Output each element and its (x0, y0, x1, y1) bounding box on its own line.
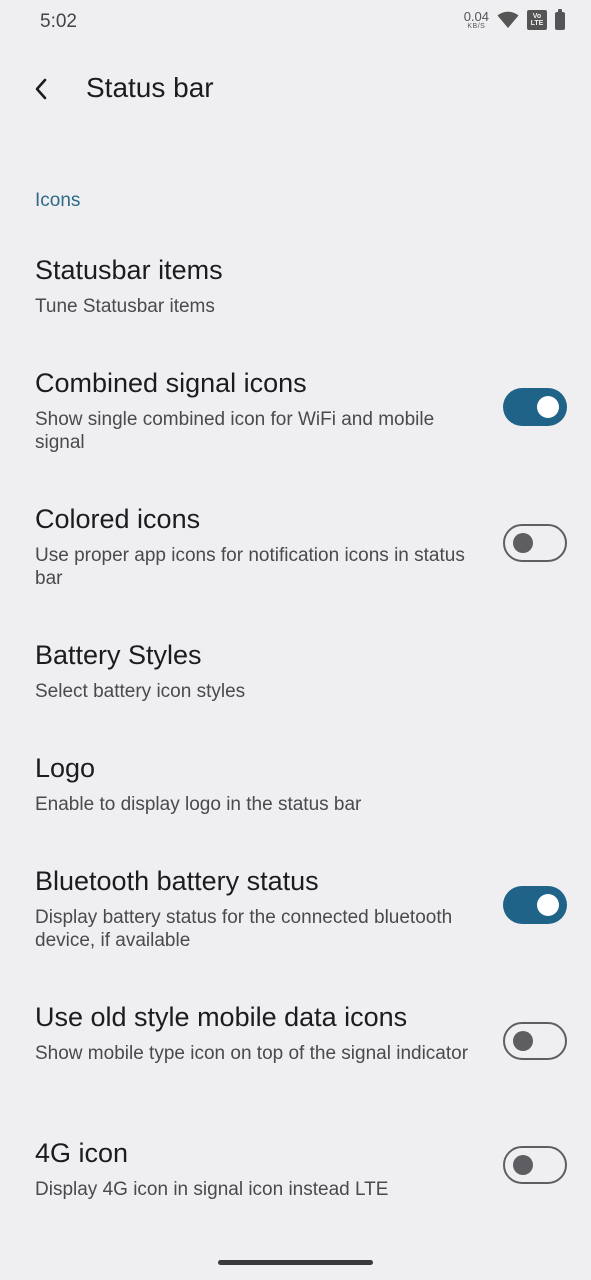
status-icons: 0.04 KB/S Vo LTE (464, 9, 565, 30)
toggle-switch-colored-icons[interactable] (503, 524, 567, 562)
volte-top-label: Vo (532, 12, 542, 20)
pref-combined-signal-icons[interactable]: Combined signal icons Show single combin… (0, 368, 591, 463)
back-button[interactable] (24, 72, 58, 106)
pref-logo[interactable]: Logo Enable to display logo in the statu… (0, 753, 591, 823)
toggle-switch-4g-icon[interactable] (503, 1146, 567, 1184)
pref-summary: Use proper app icons for notification ic… (35, 545, 465, 589)
battery-icon (555, 9, 565, 30)
app-bar: Status bar (0, 58, 591, 122)
pref-summary: Show mobile type icon on top of the sign… (35, 1043, 469, 1064)
pref-colored-icons[interactable]: Colored icons Use proper app icons for n… (0, 504, 591, 599)
volte-bottom-label: LTE (530, 20, 544, 27)
gesture-navigation-bar[interactable] (218, 1260, 373, 1265)
pref-summary: Select battery icon styles (35, 681, 246, 702)
pref-old-style-mobile-data-icons[interactable]: Use old style mobile data icons Show mob… (0, 1002, 591, 1097)
network-speed-unit: KB/S (467, 23, 486, 30)
pref-bluetooth-battery-status[interactable]: Bluetooth battery status Display battery… (0, 866, 591, 961)
volte-icon: Vo LTE (527, 10, 547, 30)
section-header-icons: Icons (35, 190, 81, 211)
pref-summary: Tune Statusbar items (35, 296, 215, 317)
pref-statusbar-items[interactable]: Statusbar items Tune Statusbar items (0, 255, 591, 325)
pref-title: Logo (35, 753, 96, 783)
page-title: Status bar (86, 72, 214, 103)
toggle-switch-combined-signal[interactable] (503, 388, 567, 426)
switch-knob (513, 533, 533, 553)
pref-title: Battery Styles (35, 640, 202, 670)
toggle-switch-old-style-data-icons[interactable] (503, 1022, 567, 1060)
network-speed-value: 0.04 (463, 9, 489, 24)
switch-knob (513, 1155, 533, 1175)
toggle-switch-bluetooth-battery[interactable] (503, 886, 567, 924)
pref-title: Use old style mobile data icons (35, 1002, 408, 1032)
pref-title: Combined signal icons (35, 368, 307, 398)
switch-knob (537, 894, 559, 916)
back-arrow-icon (35, 78, 47, 100)
system-status-bar: 5:02 0.04 KB/S Vo LTE (0, 0, 591, 46)
pref-title: Colored icons (35, 504, 201, 534)
pref-title: 4G icon (35, 1138, 129, 1168)
switch-knob (513, 1031, 533, 1051)
pref-summary: Display battery status for the connected… (35, 907, 453, 951)
network-speed: 0.04 KB/S (464, 10, 489, 30)
switch-knob (537, 396, 559, 418)
pref-4g-icon[interactable]: 4G icon Display 4G icon in signal icon i… (0, 1138, 591, 1208)
pref-summary: Show single combined icon for WiFi and m… (35, 409, 435, 453)
pref-title: Statusbar items (35, 255, 223, 285)
pref-summary: Display 4G icon in signal icon instead L… (35, 1179, 389, 1200)
clock: 5:02 (40, 11, 77, 32)
pref-battery-styles[interactable]: Battery Styles Select battery icon style… (0, 640, 591, 710)
pref-summary: Enable to display logo in the status bar (35, 794, 362, 815)
wifi-icon (497, 11, 519, 28)
pref-title: Bluetooth battery status (35, 866, 319, 896)
